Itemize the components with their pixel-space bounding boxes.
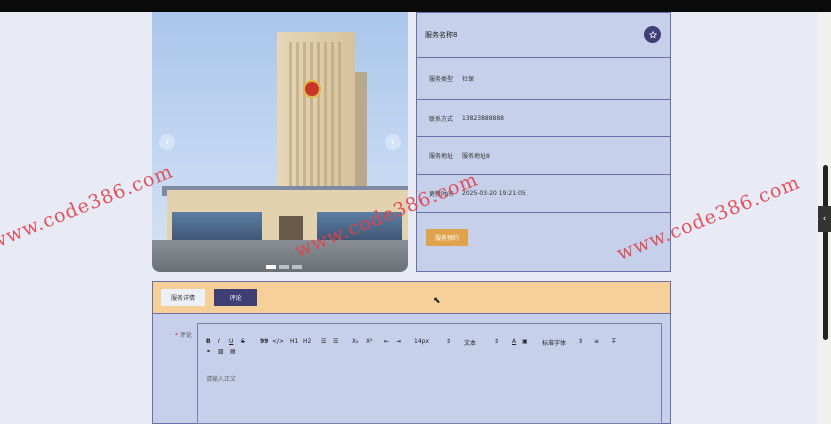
background-color-icon[interactable]: ▣	[522, 338, 528, 345]
service-type-row: 服务类型 社保	[417, 58, 670, 100]
carousel-prev-button[interactable]: ‹	[159, 134, 175, 150]
service-type-value: 社保	[462, 76, 475, 83]
review-label: * 评论	[175, 332, 192, 339]
clear-format-icon[interactable]: T̶	[612, 338, 616, 345]
detail-tabs: 服务详情 评论	[152, 281, 671, 314]
text-style-select[interactable]: 文本	[464, 338, 476, 347]
service-name-row: 服务名称8	[417, 13, 670, 58]
video-icon[interactable]: ▤	[230, 348, 236, 355]
bold-button[interactable]: B	[206, 338, 211, 345]
editor-placeholder[interactable]: 请输入正文	[206, 374, 236, 383]
align-icon[interactable]: ≡	[594, 338, 599, 345]
carousel-indicators	[266, 265, 302, 269]
contact-value: 13823888888	[462, 114, 504, 122]
address-value: 服务地址8	[462, 153, 490, 160]
font-family-select[interactable]: 标准字体	[542, 338, 566, 347]
carousel-dot[interactable]	[279, 265, 289, 269]
image-icon[interactable]: ▨	[218, 348, 224, 355]
scrollbar-thumb[interactable]	[823, 165, 828, 340]
quote-button[interactable]: 99	[260, 338, 268, 345]
carousel-dot[interactable]	[292, 265, 302, 269]
emblem-icon	[303, 80, 321, 98]
indent-right-icon[interactable]: ⇥	[396, 338, 401, 345]
italic-button[interactable]: I	[218, 338, 220, 345]
service-info-panel: 服务名称8 服务类型 社保 联系方式 13823888888 服务地址 服务地址…	[416, 12, 671, 272]
browser-top-bar	[0, 0, 831, 12]
underline-button[interactable]: U	[229, 338, 233, 345]
chevron-updown-icon: ⇕	[578, 338, 584, 345]
favorite-button[interactable]	[644, 26, 661, 43]
font-size-select[interactable]: 14px	[414, 338, 429, 345]
strike-button[interactable]: S	[241, 338, 245, 345]
rich-text-editor[interactable]: B I U S 99 </> H1 H2 ☰ ☰ X₂ X² ⇤ ⇥ 14px …	[197, 323, 662, 424]
h2-button[interactable]: H2	[303, 338, 311, 345]
carousel-next-button[interactable]: ›	[385, 134, 401, 150]
carousel-dot[interactable]	[266, 265, 276, 269]
service-name: 服务名称8	[425, 31, 458, 39]
indent-left-icon[interactable]: ⇤	[384, 338, 389, 345]
tab-review[interactable]: 评论	[214, 289, 257, 306]
h1-button[interactable]: H1	[290, 338, 298, 345]
contact-row: 联系方式 13823888888	[417, 100, 670, 137]
ordered-list-icon[interactable]: ☰	[321, 338, 326, 345]
link-icon[interactable]: ⚭	[206, 348, 211, 355]
watermark: www.code386.com	[0, 160, 177, 254]
superscript-button[interactable]: X²	[366, 338, 373, 345]
bullet-list-icon[interactable]: ☰	[333, 338, 338, 345]
chevron-updown-icon: ⇕	[446, 338, 452, 345]
star-icon	[648, 30, 657, 38]
subscript-button[interactable]: X₂	[352, 338, 359, 345]
tower-building	[277, 32, 355, 202]
mouse-cursor-icon: ⬉	[433, 296, 441, 306]
tab-service-detail[interactable]: 服务详情	[161, 289, 205, 306]
font-color-icon[interactable]: A	[512, 338, 516, 345]
book-service-button[interactable]: 服务预约	[426, 229, 468, 246]
review-form: * 评论 B I U S 99 </> H1 H2 ☰ ☰ X₂ X² ⇤ ⇥ …	[152, 314, 671, 424]
chevron-updown-icon: ⇕	[494, 338, 500, 345]
code-button[interactable]: </>	[272, 338, 284, 345]
address-row: 服务地址 服务地址8	[417, 137, 670, 175]
side-collapse-button[interactable]: ‹	[818, 206, 831, 232]
